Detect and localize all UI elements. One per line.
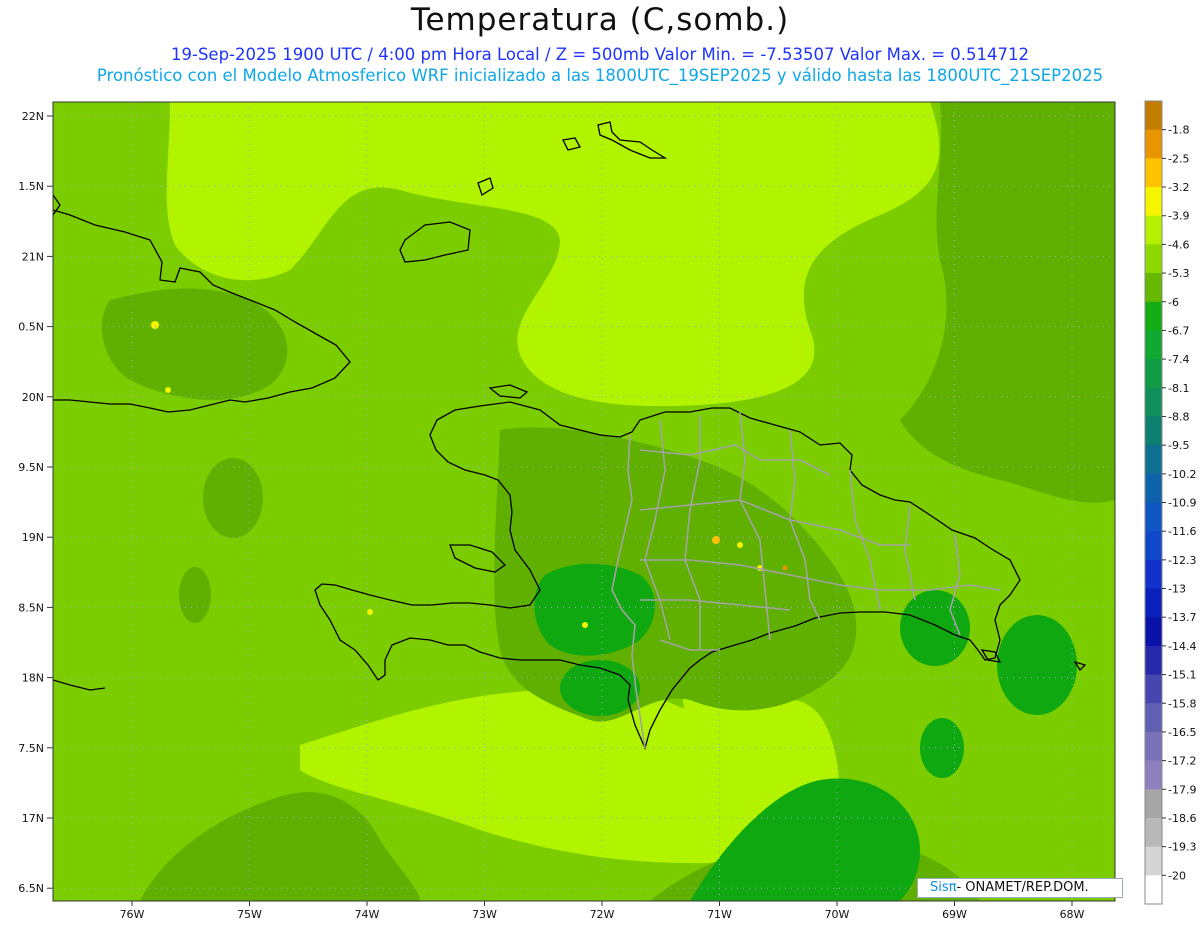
colorbar-swatch [1145,187,1162,217]
field-dark-w [203,458,263,538]
lat-label: 1.5N [18,180,44,193]
field-green-hispaniola [534,563,655,656]
lat-label: 20N [22,391,44,404]
colorbar-swatch [1145,674,1162,704]
lon-label: 71W [707,908,732,921]
lat-label: 17N [22,812,44,825]
colorbar-swatch [1145,387,1162,417]
coast-cuba-west2 [36,200,52,215]
credit-org: - ONAMET/REP.DOM. [956,880,1089,895]
warm-spot [367,609,373,615]
temperature-field [53,102,1115,901]
latitude-axis: 22N 1.5N 21N 0.5N 20N 9.5N 19N 8.5N 18N 7.5N 17N 6.… [18,110,53,895]
colorbar-swatch [1145,846,1162,876]
colorbar-swatch [1145,330,1162,360]
colorbar-swatch [1145,789,1162,819]
colorbar-swatch [1145,301,1162,331]
colorbar-label: -3.9 [1168,210,1189,223]
colorbar-swatch [1145,359,1162,389]
lat-label: 18N [22,672,44,685]
colorbar-label: -1.8 [1168,124,1189,137]
colorbar-label: -5.3 [1168,267,1189,280]
lat-label: 0.5N [18,321,44,334]
colorbar-label: -13.7 [1168,611,1196,624]
colorbar-swatch [1145,273,1162,303]
colorbar-label: -10.2 [1168,468,1196,481]
field-dark-w2 [179,567,211,623]
lon-label: 70W [825,908,850,921]
colorbar-swatch [1145,875,1162,905]
colorbar-swatch [1145,244,1162,274]
colorbar-swatch [1145,215,1162,245]
colorbar-label: -15.8 [1168,697,1196,710]
colorbar-swatch [1145,101,1162,131]
field-green-east1 [900,590,970,666]
colorbar-label: -8.8 [1168,410,1189,423]
colorbar-swatch [1145,760,1162,790]
colorbar-label: -12.3 [1168,554,1196,567]
lat-label: 22N [22,110,44,123]
lat-label: 6.5N [18,882,44,895]
lat-label: 9.5N [18,461,44,474]
colorbar-label: -18.6 [1168,812,1196,825]
colorbar-label: -6.7 [1168,324,1189,337]
colorbar-label: -17.2 [1168,755,1196,768]
warm-spot [737,542,743,548]
lon-label: 73W [472,908,497,921]
colorbar-label: -4.6 [1168,238,1189,251]
warm-spot [782,565,788,571]
lat-label: 19N [22,531,44,544]
colorbar-swatch [1145,617,1162,647]
credit-brand: Sisπ [930,880,957,895]
lat-label: 8.5N [18,601,44,614]
colorbar-label: -19.3 [1168,841,1196,854]
colorbar-label: -16.5 [1168,726,1196,739]
lon-label: 72W [590,908,615,921]
colorbar-swatch [1145,703,1162,733]
colorbar-swatch [1145,502,1162,532]
colorbar-label: -6 [1168,296,1179,309]
colorbar-label: -3.2 [1168,181,1189,194]
warm-spot [582,622,588,628]
colorbar-label: -17.9 [1168,783,1196,796]
colorbar-swatch [1145,817,1162,848]
colorbar-label: -7.4 [1168,353,1189,366]
colorbar-label: -2.5 [1168,152,1189,165]
lon-label: 76W [120,908,145,921]
colorbar-label: -13 [1168,583,1186,596]
colorbar-label: -11.6 [1168,525,1196,538]
colorbar-label: -8.1 [1168,382,1189,395]
warm-spot [165,387,171,393]
lon-label: 75W [237,908,262,921]
longitude-axis: 76W 75W 74W 73W 72W 71W 70W 69W 68W [120,901,1085,921]
coast-jamaica2 [53,648,54,650]
colorbar-swatch [1145,559,1162,590]
colorbar-label: -9.5 [1168,439,1189,452]
colorbar-swatch [1145,531,1162,561]
lon-label: 74W [355,908,380,921]
lat-label: 7.5N [18,742,44,755]
colorbar-swatch [1145,588,1162,618]
colorbar-swatch [1145,731,1162,762]
colorbar-swatch [1145,645,1162,676]
credit-box: Sisπ- ONAMET/REP.DOM. [917,878,1123,898]
colorbar-label: -15.1 [1168,669,1196,682]
colorbar: -1.8 -2.5 -3.2 -3.9 -4.6 -5.3 -6 -6.7 -7.4 -8.1 -8… [1144,100,1196,905]
colorbar-swatch [1145,158,1162,188]
colorbar-swatch [1145,445,1162,475]
colorbar-label: -14.4 [1168,640,1196,653]
warm-spot [151,321,159,329]
lat-label: 21N [22,250,44,263]
colorbar-label: -10.9 [1168,497,1196,510]
colorbar-swatch [1145,416,1162,446]
lon-label: 68W [1060,908,1085,921]
map-figure: 22N 1.5N 21N 0.5N 20N 9.5N 19N 8.5N 18N 7.5N 17N 6.… [18,100,1196,921]
lon-label: 69W [942,908,967,921]
field-green-east2 [997,615,1077,715]
colorbar-swatch [1145,473,1162,503]
colorbar-label: -20 [1168,869,1186,882]
colorbar-swatch [1145,129,1162,159]
